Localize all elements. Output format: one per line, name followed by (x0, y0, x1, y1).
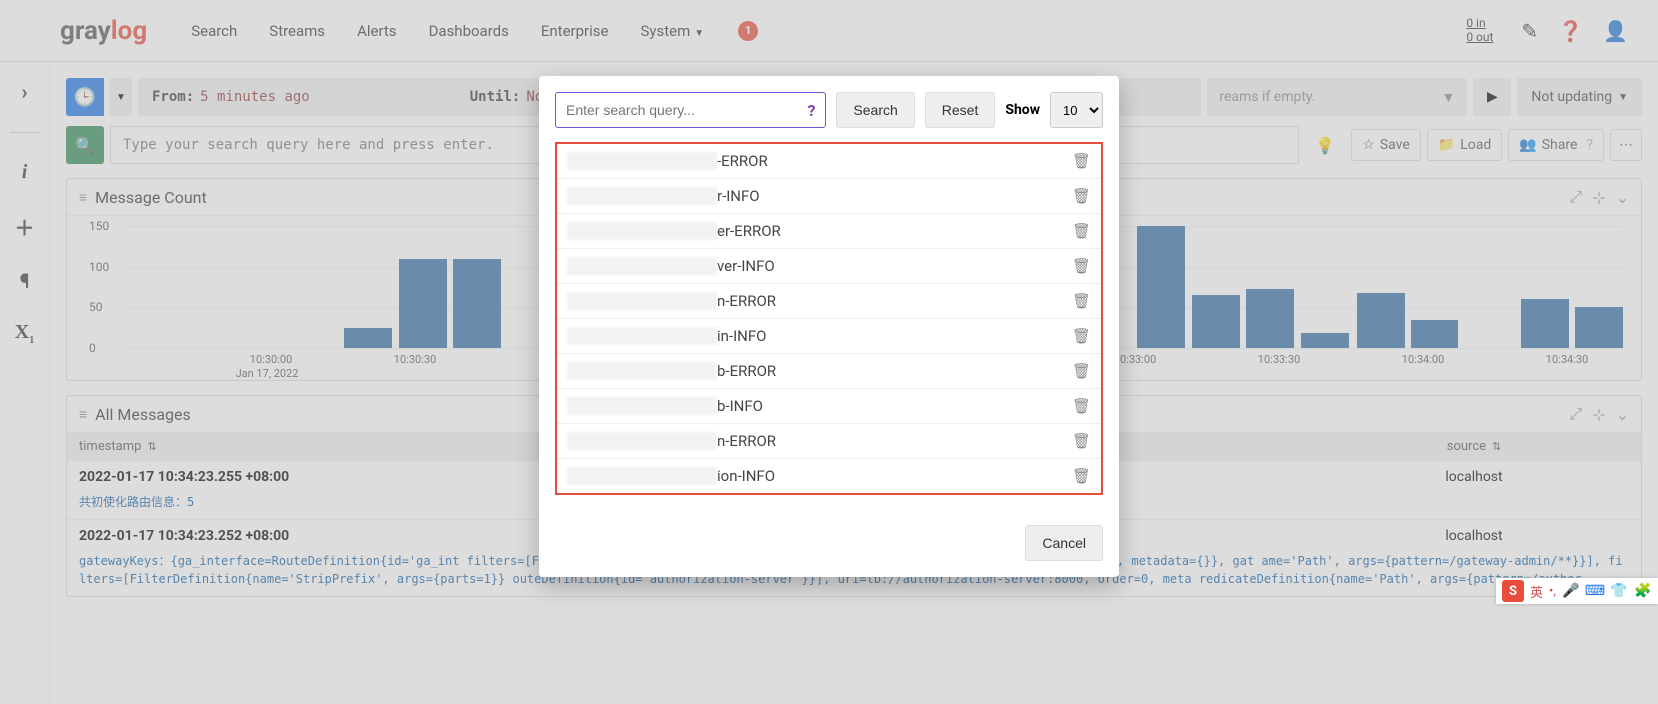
stream-name-suffix: n-ERROR (717, 432, 776, 450)
redacted-text (567, 467, 717, 485)
redacted-text (567, 292, 717, 310)
list-item[interactable]: ver-INFO 🗑 (557, 249, 1101, 284)
trash-icon[interactable]: 🗑 (1072, 187, 1091, 205)
saved-search-list: -ERROR 🗑 r-INFO 🗑 er-ERROR 🗑 ver-INFO 🗑 n-ERROR 🗑… (555, 142, 1103, 495)
redacted-text (567, 432, 717, 450)
redacted-text (567, 362, 717, 380)
list-item[interactable]: in-INFO 🗑 (557, 319, 1101, 354)
ime-mic-icon[interactable]: 🎤 (1562, 582, 1580, 600)
list-item[interactable]: -ERROR 🗑 (557, 144, 1101, 179)
list-item[interactable]: er-ERROR 🗑 (557, 214, 1101, 249)
trash-icon[interactable]: 🗑 (1072, 152, 1091, 170)
list-item[interactable]: n-ERROR 🗑 (557, 284, 1101, 319)
trash-icon[interactable]: 🗑 (1072, 327, 1091, 345)
ime-lang[interactable]: 英 (1530, 582, 1543, 601)
modal-reset-button[interactable]: Reset (925, 92, 996, 128)
query-help-icon[interactable]: ? (807, 101, 815, 120)
ime-toolbar[interactable]: S 英 •, 🎤 ⌨ 👕 🧩 (1496, 578, 1658, 604)
list-item[interactable]: b-INFO 🗑 (557, 389, 1101, 424)
stream-name-suffix: b-ERROR (717, 362, 776, 380)
redacted-text (567, 257, 717, 275)
redacted-text (567, 152, 717, 170)
modal-search-wrapper: ? (555, 92, 826, 128)
trash-icon[interactable]: 🗑 (1072, 292, 1091, 310)
ime-logo-icon[interactable]: S (1502, 580, 1524, 602)
trash-icon[interactable]: 🗑 (1072, 222, 1091, 240)
redacted-text (567, 327, 717, 345)
modal-search-button[interactable]: Search (836, 92, 914, 128)
list-item[interactable]: r-INFO 🗑 (557, 179, 1101, 214)
redacted-text (567, 187, 717, 205)
stream-name-suffix: ion-INFO (717, 467, 775, 485)
trash-icon[interactable]: 🗑 (1072, 397, 1091, 415)
cancel-button[interactable]: Cancel (1025, 525, 1103, 561)
modal-footer: Cancel (555, 525, 1103, 561)
stream-name-suffix: r-INFO (717, 187, 760, 205)
show-count-select[interactable]: 10 (1050, 92, 1103, 128)
list-item[interactable]: n-ERROR 🗑 (557, 424, 1101, 459)
trash-icon[interactable]: 🗑 (1072, 257, 1091, 275)
modal-search-input[interactable] (566, 102, 807, 118)
stream-name-suffix: in-INFO (717, 327, 766, 345)
redacted-text (567, 222, 717, 240)
stream-name-suffix: er-ERROR (717, 222, 781, 240)
stream-name-suffix: ver-INFO (717, 257, 775, 275)
trash-icon[interactable]: 🗑 (1072, 362, 1091, 380)
list-item[interactable]: ion-INFO 🗑 (557, 459, 1101, 493)
modal-toolbar: ? Search Reset Show 10 (555, 92, 1103, 128)
stream-name-suffix: -ERROR (717, 152, 768, 170)
show-label: Show (1005, 102, 1040, 118)
redacted-text (567, 397, 717, 415)
ime-keyboard-icon[interactable]: ⌨ (1586, 582, 1604, 600)
saved-search-modal: ? Search Reset Show 10 -ERROR🗑r-INFO🗑er-… (539, 76, 1119, 577)
trash-icon[interactable]: 🗑 (1072, 467, 1091, 485)
stream-name-suffix: b-INFO (717, 397, 763, 415)
ime-tool-icon[interactable]: 🧩 (1634, 582, 1652, 600)
ime-punct[interactable]: •, (1549, 584, 1556, 599)
stream-name-suffix: n-ERROR (717, 292, 776, 310)
ime-shirt-icon[interactable]: 👕 (1610, 582, 1628, 600)
list-item[interactable]: b-ERROR 🗑 (557, 354, 1101, 389)
trash-icon[interactable]: 🗑 (1072, 432, 1091, 450)
